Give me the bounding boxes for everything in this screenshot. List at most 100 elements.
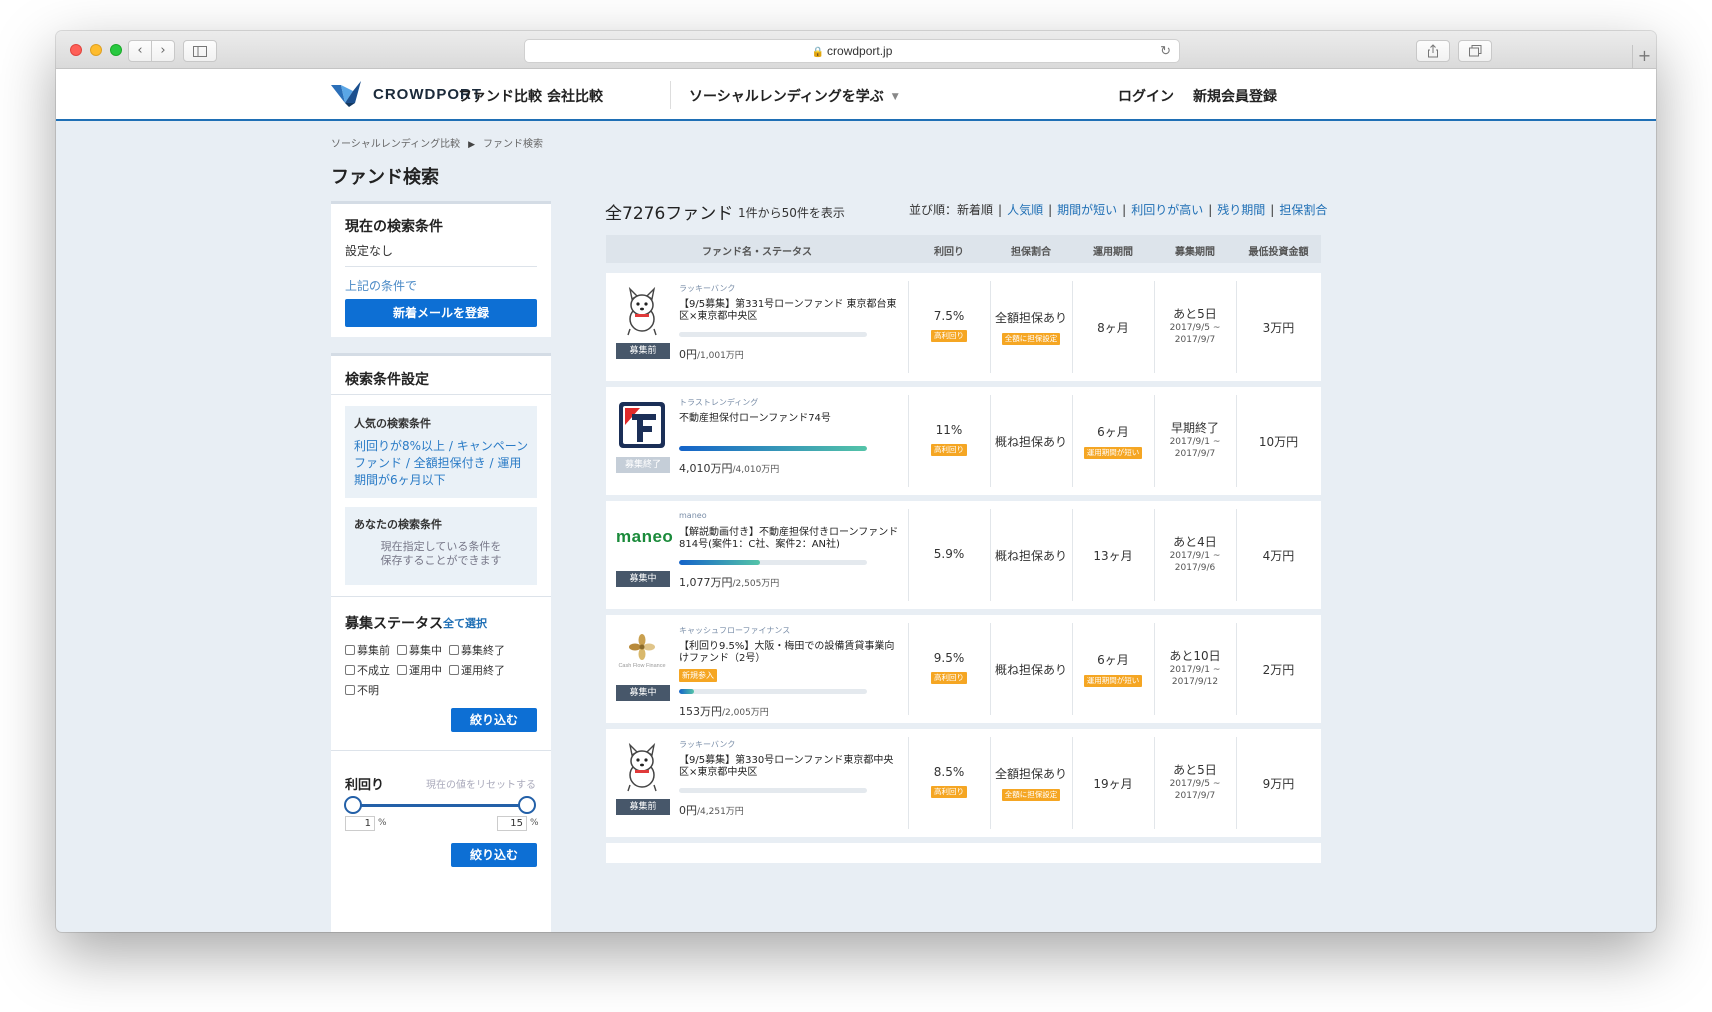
raised-value: 1,077万円 <box>679 576 733 589</box>
period-end: 2017/9/6 <box>1174 563 1216 573</box>
company-name[interactable]: maneo <box>679 511 707 520</box>
result-count: 全7276ファンド <box>605 204 734 224</box>
nav-learn-dropdown[interactable]: ソーシャルレンディングを学ぶ ▼ <box>689 86 899 106</box>
term-value: 6ヶ月 <box>1097 653 1129 667</box>
fund-name-link[interactable]: 【解説動画付き】不動産担保付きローンファンド814号(案件1：C社、案件2：AN… <box>679 527 901 551</box>
checkbox-box[interactable] <box>345 645 355 655</box>
yield-max-input[interactable]: 15 <box>497 816 527 831</box>
checkbox-box[interactable] <box>449 645 459 655</box>
checkbox-box[interactable] <box>449 665 459 675</box>
sort-collateral[interactable]: 担保割合 <box>1279 203 1327 217</box>
popular-conditions-link[interactable]: 利回りが8%以上 / キャンペーンファンド / 全額担保付き / 運用期間が6ヶ… <box>354 438 532 489</box>
fund-name-link[interactable]: 不動産担保付ローンファンド74号 <box>679 413 901 425</box>
company-name[interactable]: キャッシュフローファイナンス <box>679 625 790 636</box>
company-name[interactable]: ラッキーバンク <box>679 739 735 750</box>
raised-value: 4,010万円 <box>679 462 733 475</box>
address-bar[interactable]: 🔒 crowdport.jp ↻ <box>524 39 1180 63</box>
table-row[interactable]: 募集前 ラッキーバンク 【9/5募集】第330号ローンファンド東京都中央区×東京都中… <box>606 729 1321 837</box>
table-row[interactable]: 募集終了 トラストレンディング 不動産担保付ローンファンド74号 4,010万円/4,… <box>606 387 1321 495</box>
reload-icon[interactable]: ↻ <box>1160 40 1171 62</box>
close-window-button[interactable] <box>70 44 82 56</box>
maneo-logo-icon[interactable]: maneo <box>616 513 673 565</box>
trust-lending-logo-icon[interactable] <box>616 399 668 451</box>
yield-value: 7.5% <box>933 309 965 323</box>
company-name[interactable]: トラストレンディング <box>679 397 758 408</box>
checkbox-status-finished[interactable]: 運用終了 <box>449 662 505 678</box>
table-row[interactable]: Cash Flow Finance 募集中 キャッシュフローファイナンス 【利回り9.… <box>606 615 1321 723</box>
checkbox-status-pre[interactable]: 募集前 <box>345 642 390 658</box>
breadcrumb-current: ファンド検索 <box>483 139 544 150</box>
share-button[interactable] <box>1416 40 1450 62</box>
nav-company-compare[interactable]: 会社比較 <box>547 86 603 106</box>
col-min-amount: 最低投資金額 <box>1248 247 1309 258</box>
target-value: /2,505万円 <box>732 579 780 589</box>
chevron-left-icon: ‹ <box>137 43 143 58</box>
url-text: crowdport.jp <box>827 44 893 58</box>
dog-logo-icon[interactable] <box>616 285 668 337</box>
raised-value: 153万円 <box>679 705 722 718</box>
sidebar-toggle-button[interactable] <box>183 40 217 62</box>
divider <box>345 266 537 267</box>
your-conditions-desc-line1: 現在指定している条件を <box>380 540 502 553</box>
back-button[interactable]: ‹ <box>128 40 152 62</box>
tabs-overview-button[interactable] <box>1458 40 1492 62</box>
table-row[interactable] <box>606 843 1321 863</box>
period-start: 2017/9/1 ~ <box>1169 551 1221 561</box>
popular-conditions-title: 人気の検索条件 <box>354 417 431 430</box>
minimize-window-button[interactable] <box>90 44 102 56</box>
checkbox-status-closed[interactable]: 募集終了 <box>449 642 505 658</box>
yield-slider-min-handle[interactable] <box>344 796 362 814</box>
breadcrumb-home[interactable]: ソーシャルレンディング比較 <box>331 139 460 150</box>
checkbox-status-unknown[interactable]: 不明 <box>345 682 379 698</box>
checkbox-box[interactable] <box>397 645 407 655</box>
select-all-link[interactable]: 全て選択 <box>443 615 487 631</box>
yield-min-input[interactable]: 1 <box>345 816 375 831</box>
forward-button[interactable]: › <box>151 40 175 62</box>
sort-popular[interactable]: 人気順 <box>1007 203 1043 217</box>
checkbox-label: 不明 <box>357 684 379 697</box>
collateral-cell: 概ね担保あり <box>990 433 1072 450</box>
min-amount-value: 2万円 <box>1262 663 1295 677</box>
collateral-value: 概ね担保あり <box>994 435 1067 449</box>
term-value: 13ヶ月 <box>1093 549 1133 563</box>
fund-name-link[interactable]: 【9/5募集】第331号ローンファンド 東京都台東区×東京都中央区 <box>679 299 901 323</box>
dog-logo-icon[interactable] <box>616 741 668 793</box>
sort-bar: 並び順：新着順 | 人気順 | 期間が短い | 利回りが高い | 残り期間 | 担保割合 <box>909 203 1328 217</box>
checkbox-status-running[interactable]: 運用中 <box>397 662 442 678</box>
login-link[interactable]: ログイン <box>1118 86 1174 106</box>
table-row[interactable]: 募集前 ラッキーバンク 【9/5募集】第331号ローンファンド 東京都台東区×東京都… <box>606 273 1321 381</box>
full-collateral-tag: 全額に担保設定 <box>1001 789 1061 801</box>
signup-link[interactable]: 新規会員登録 <box>1193 86 1277 106</box>
yield-slider-track[interactable] <box>353 804 527 807</box>
filter-button[interactable]: 絞り込む <box>451 708 537 732</box>
checkbox-status-failed[interactable]: 不成立 <box>345 662 390 678</box>
filter-button-2[interactable]: 絞り込む <box>451 843 537 867</box>
new-tab-button[interactable]: + <box>1632 45 1656 69</box>
chevron-right-icon: › <box>160 43 166 58</box>
cash-flow-finance-logo-icon[interactable]: Cash Flow Finance <box>616 627 668 679</box>
checkbox-box[interactable] <box>345 685 355 695</box>
sort-remaining[interactable]: 残り期間 <box>1217 203 1265 217</box>
zoom-window-button[interactable] <box>110 44 122 56</box>
table-row[interactable]: maneo 募集中 maneo 【解説動画付き】不動産担保付きローンファンド814号(… <box>606 501 1321 609</box>
checkbox-status-open[interactable]: 募集中 <box>397 642 442 658</box>
yield-reset-link[interactable]: 現在の値をリセットする <box>426 776 536 791</box>
checkbox-box[interactable] <box>397 665 407 675</box>
nav-fund-compare[interactable]: ファンド比較 <box>458 86 542 106</box>
company-name[interactable]: ラッキーバンク <box>679 283 735 294</box>
yield-slider-max-handle[interactable] <box>518 796 536 814</box>
sort-short-term[interactable]: 期間が短い <box>1057 203 1117 217</box>
checkbox-box[interactable] <box>345 665 355 675</box>
search-settings-panel: 検索条件設定 人気の検索条件 利回りが8%以上 / キャンペーンファンド / 全… <box>331 353 551 932</box>
min-amount-cell: 9万円 <box>1236 775 1321 792</box>
term-value: 8ヶ月 <box>1097 321 1129 335</box>
fund-name-link[interactable]: 【9/5募集】第330号ローンファンド東京都中央区×東京都中央区 <box>679 755 901 779</box>
register-mail-button[interactable]: 新着メールを登録 <box>345 299 537 327</box>
fund-name-link[interactable]: 【利回り9.5%】大阪・梅田での設備賃貸事業向けファンド（2号） <box>679 641 901 665</box>
collateral-value: 全額担保あり <box>994 767 1067 781</box>
logo-text: Cash Flow Finance <box>618 663 666 669</box>
sort-high-yield[interactable]: 利回りが高い <box>1131 203 1203 217</box>
progress-bar <box>679 332 867 337</box>
target-value: /1,001万円 <box>697 351 744 361</box>
raised-value: 0円 <box>679 348 697 361</box>
